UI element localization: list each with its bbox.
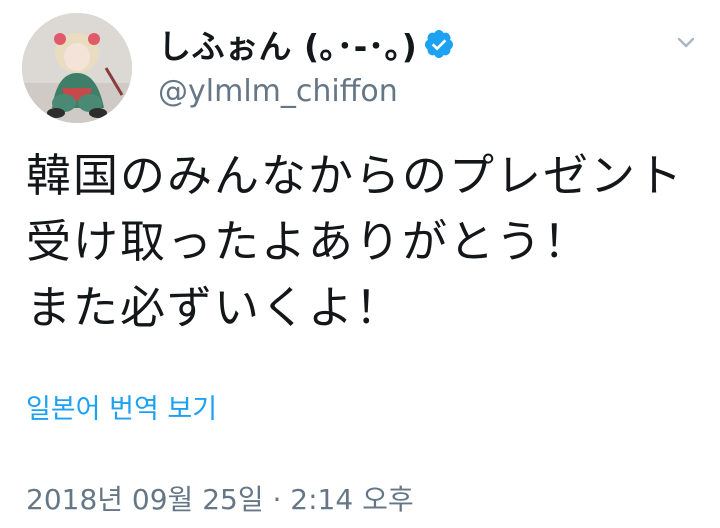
tweet-text: 韓国のみんなからのプレゼント受け取ったよありがとう！ また必ずいくよ！ [26, 149, 685, 334]
tweet-card: しふぉん (｡･-･｡) @ylmlm_chiffon 韓国のみんなからのプレゼ… [0, 0, 720, 528]
verified-badge-icon [423, 28, 455, 60]
tweet-timestamp[interactable]: 2018년 09월 25일 · 2:14 오후 [26, 478, 414, 518]
author-handle[interactable]: @ylmlm_chiffon [158, 74, 398, 109]
author-name-row: しふぉん (｡･-･｡) [158, 22, 455, 66]
avatar-image [22, 13, 132, 123]
chevron-down-icon[interactable] [671, 30, 701, 56]
translate-tweet-link[interactable]: 일본어 번역 보기 [26, 387, 217, 426]
author-display-name[interactable]: しふぉん (｡･-･｡) [158, 20, 417, 68]
avatar[interactable] [22, 13, 132, 123]
